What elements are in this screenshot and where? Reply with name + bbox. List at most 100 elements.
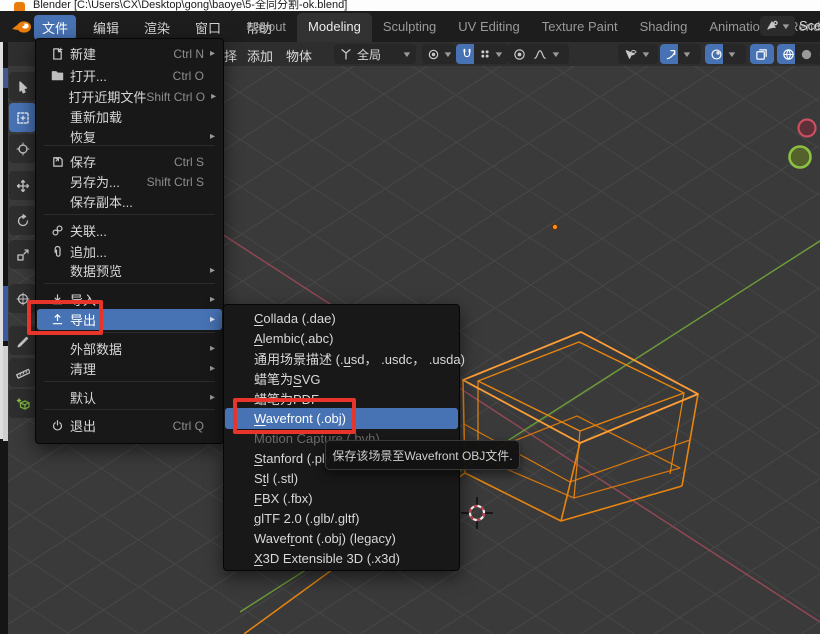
chevron-down-icon: ▼ [493,50,504,59]
file-menu-item-追加[interactable]: 追加... [37,241,222,262]
select-box-tool[interactable] [9,103,36,132]
file-menu-item-关联[interactable]: 关联... [37,220,222,241]
menu-item-label: Stl (.stl) [254,471,298,486]
tab-layout[interactable]: Layout [236,13,297,42]
power-icon [48,419,66,432]
add-cube-icon [16,397,30,411]
menu-3[interactable]: 窗口 [187,15,229,40]
file-menu-item-打开近期文件[interactable]: 打开近期文件Shift Ctrl O▸ [37,86,222,107]
link-icon [48,224,66,237]
file-menu-item-保存副本[interactable]: 保存副本... [37,191,222,212]
move-tool[interactable] [9,171,36,200]
snap-options-dropdown[interactable]: ▼ [474,44,508,64]
submenu-arrow-icon: ▸ [210,265,222,276]
tweak-tool[interactable] [9,72,36,101]
measure-tool[interactable] [9,358,36,387]
falloff-dropdown[interactable]: ▼ [527,44,569,64]
tab-shading[interactable]: Shading [629,13,699,42]
menu-item-label: 数据预览 [70,261,122,280]
tab-modeling[interactable]: Modeling [297,13,372,42]
pivot-dropdown[interactable]: ▼ [422,44,456,64]
menu-item-label: Collada (.dae) [254,311,336,326]
orientation-dropdown[interactable]: 全局 ▼ [334,44,416,64]
menu-item-shortcut: Shift Ctrl S [147,175,204,189]
annotate-icon [16,334,30,348]
export-item-wavefront[interactable]: Wavefront (.obj) (legacy) [225,528,458,549]
tab-texture-paint[interactable]: Texture Paint [531,13,629,42]
shading-solid-icon [800,48,813,61]
add-menu[interactable]: 添加 [247,46,273,65]
menu-item-label: glTF 2.0 (.glb/.gltf) [254,511,359,526]
menu-item-shortcut: Shift Ctrl O [146,90,205,104]
menu-item-label: 保存 [70,152,96,171]
menu-separator [44,214,215,215]
scale-tool[interactable] [9,240,36,269]
export-item-x3d[interactable]: X3D Extensible 3D (.x3d) [225,548,458,569]
menu-item-shortcut: Ctrl O [173,69,204,83]
menu-item-label: FBX (.fbx) [254,491,313,506]
menu-item-label: 另存为... [70,172,120,191]
scene-selector[interactable]: ▼ [760,16,795,36]
cursor-tool[interactable] [9,134,36,163]
file-menu-item-数据预览[interactable]: 数据预览 ▸ [37,260,222,281]
left-edge-strip [0,11,8,634]
file-menu-item-默认[interactable]: 默认▸ [37,387,222,408]
blender-window: Blender [C:\Users\CX\Desktop\gong\baoye\… [0,0,820,634]
move-icon [16,179,30,193]
paperclip-icon [48,245,66,258]
magnet-icon [461,48,473,60]
menu-item-label: 追加... [70,242,107,261]
menu-1[interactable]: 编辑 [85,15,127,40]
export-item-fbx[interactable]: FBX (.fbx) [225,488,458,509]
menu-item-label: 保存副本... [70,192,133,211]
submenu-arrow-icon: ▸ [210,48,222,59]
file-menu-item-新建[interactable]: 新建Ctrl N▸ [37,43,222,64]
export-item-gltf[interactable]: glTF 2.0 (.glb/.gltf) [225,508,458,529]
rotate-tool[interactable] [9,206,36,235]
export-item-alembic(.abc)[interactable]: Alembic(.abc) [225,328,458,349]
chevron-down-icon: ▼ [442,50,453,59]
shading-material-button[interactable] [813,44,820,64]
file-menu-item-清理[interactable]: 清理 ▸ [37,358,222,379]
file-menu-item-恢复[interactable]: 恢复▸ [37,126,222,147]
file-menu-item-打开[interactable]: 打开...Ctrl O [37,65,222,86]
add-cube-tool[interactable] [9,389,36,418]
menu-item-label: 蜡笔为SVG [254,369,320,388]
visibility-dropdown[interactable]: ▼ [618,44,658,64]
menu-item-shortcut: Ctrl Q [173,419,204,433]
file-menu-item-外部数据[interactable]: 外部数据▸ [37,338,222,359]
tab-uv-editing[interactable]: UV Editing [447,13,530,42]
overlays-dropdown[interactable]: ▼ [723,44,746,64]
select-box-icon [16,111,30,125]
menu-2[interactable]: 渲染 [136,15,178,40]
menu-item-label: 通用场景描述 (.usd， .usdc， .usda) [254,349,465,368]
menu-item-label: 清理 [70,359,96,378]
menu-separator [44,381,215,382]
menu-item-label: Alembic(.abc) [254,331,333,346]
file-menu-item-保存[interactable]: 保存Ctrl S [37,151,222,172]
submenu-arrow-icon: ▸ [210,314,222,325]
export-item-蜡笔为svg[interactable]: 蜡笔为SVG [225,368,458,389]
gizmo-y-ball [790,147,811,168]
xray-icon [755,48,768,61]
menu-item-label: Stanford (.ply) [254,451,336,466]
menu-file[interactable]: 文件 [34,15,76,40]
file-menu-item-重新加载[interactable]: 重新加载 [37,106,222,127]
object-menu[interactable]: 物体 [286,46,312,65]
xray-toggle[interactable] [750,44,774,64]
shading-wireframe-icon [782,48,795,61]
menu-item-label: 外部数据 [70,339,122,358]
gizmo-dropdown[interactable]: ▼ [678,44,701,64]
submenu-arrow-icon: ▸ [210,131,222,142]
submenu-arrow-icon: ▸ [210,363,222,374]
file-menu-item-另存为[interactable]: 另存为... Shift Ctrl S [37,171,222,192]
annotation-box-export [27,300,103,335]
edge-fragment [3,286,8,341]
export-item-通用场景描述[interactable]: 通用场景描述 (.usd， .usdc， .usda) [225,348,458,369]
export-item-collada[interactable]: Collada (.dae) [225,308,458,329]
origin-dot [552,224,557,229]
pivot-icon [427,48,440,61]
file-menu-item-退出[interactable]: 退出Ctrl Q [37,415,222,436]
tab-sculpting[interactable]: Sculpting [372,13,447,42]
export-item-stl[interactable]: Stl (.stl) [225,468,458,489]
